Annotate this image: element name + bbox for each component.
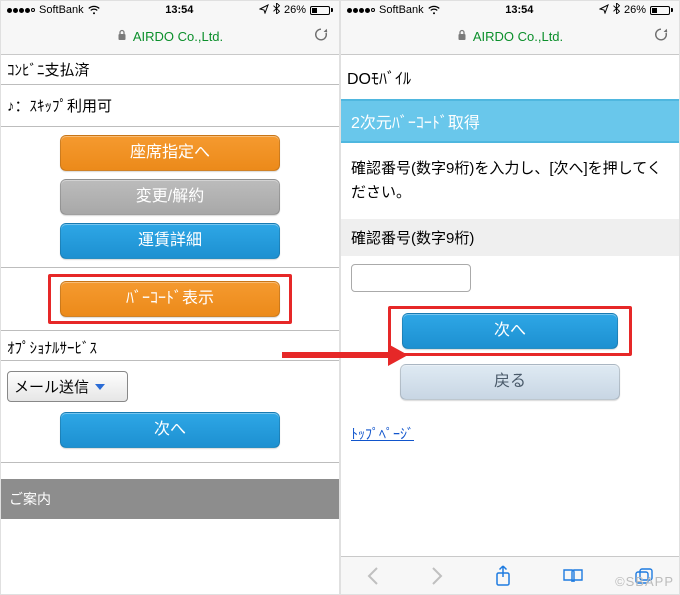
seat-select-button[interactable]: 座席指定へ <box>60 135 280 171</box>
navigation-icon <box>599 4 609 17</box>
carrier-label: SoftBank <box>39 4 84 16</box>
lock-icon <box>457 29 467 44</box>
top-page-link[interactable]: ﾄｯﾌﾟﾍﾟｰｼﾞ <box>351 424 669 444</box>
status-bar: SoftBank 13:54 26% <box>341 1 679 19</box>
bookmarks-icon[interactable] <box>562 567 584 585</box>
url-domain-label: AIRDO Co.,Ltd. <box>473 29 563 44</box>
phone-left: SoftBank 13:54 26% <box>0 0 340 595</box>
barcode-button-highlight: ﾊﾞｰｺｰﾄﾞ表示 <box>48 274 292 324</box>
optional-service-heading: ｵﾌﾟｼｮﾅﾙｻｰﾋﾞｽ <box>1 331 339 361</box>
barcode-display-button[interactable]: ﾊﾞｰｺｰﾄﾞ表示 <box>60 281 280 317</box>
confirmation-number-input[interactable] <box>351 264 471 292</box>
navigation-icon <box>259 4 269 17</box>
battery-icon <box>650 6 673 15</box>
page-title: DOﾓﾊﾞｲﾙ <box>341 55 679 99</box>
battery-pct-label: 26% <box>624 4 646 16</box>
signal-strength-icon <box>347 8 375 13</box>
wifi-icon <box>88 5 100 15</box>
barcode-section-heading: 2次元ﾊﾞｰｺｰﾄﾞ取得 <box>341 99 679 143</box>
bluetooth-icon <box>613 3 620 17</box>
payment-status-label: ｺﾝﾋﾞﾆ支払済 <box>1 55 339 84</box>
battery-pct-label: 26% <box>284 4 306 16</box>
page-content-left: ｺﾝﾋﾞﾆ支払済 ♪：ｽｷｯﾌﾟ利用可 座席指定へ 変更/解約 運賃詳細 ﾊﾞｰ… <box>1 55 339 594</box>
divider <box>1 267 339 268</box>
reload-icon[interactable] <box>313 26 329 47</box>
url-bar[interactable]: AIRDO Co.,Ltd. <box>341 19 679 55</box>
next-button[interactable]: 次へ <box>402 313 618 349</box>
battery-icon <box>310 6 333 15</box>
back-button[interactable]: 戻る <box>400 364 620 400</box>
change-cancel-button[interactable]: 変更/解約 <box>60 179 280 215</box>
page-content-right: DOﾓﾊﾞｲﾙ 2次元ﾊﾞｰｺｰﾄﾞ取得 確認番号(数字9桁)を入力し、[次へ]… <box>341 55 679 556</box>
divider <box>1 462 339 463</box>
divider <box>1 126 339 127</box>
fare-detail-button[interactable]: 運賃詳細 <box>60 223 280 259</box>
url-bar[interactable]: AIRDO Co.,Ltd. <box>1 19 339 55</box>
select-value-label: メール送信 <box>14 376 89 397</box>
clock-label: 13:54 <box>505 4 533 16</box>
skip-availability-label: ♪：ｽｷｯﾌﾟ利用可 <box>1 85 339 126</box>
clock-label: 13:54 <box>165 4 193 16</box>
signal-strength-icon <box>7 8 35 13</box>
back-icon[interactable] <box>366 566 380 586</box>
instruction-text: 確認番号(数字9桁)を入力し、[次へ]を押してください。 <box>341 143 679 219</box>
info-section-heading: ご案内 <box>1 479 339 519</box>
next-button-highlight: 次へ <box>388 306 632 356</box>
tabs-icon[interactable] <box>634 567 654 585</box>
forward-icon[interactable] <box>430 566 444 586</box>
status-bar: SoftBank 13:54 26% <box>1 1 339 19</box>
url-domain-label: AIRDO Co.,Ltd. <box>133 29 223 44</box>
chevron-down-icon <box>95 384 105 390</box>
confirmation-number-label: 確認番号(数字9桁) <box>341 219 679 256</box>
next-button[interactable]: 次へ <box>60 412 280 448</box>
share-icon[interactable] <box>494 565 512 587</box>
lock-icon <box>117 29 127 44</box>
optional-service-select[interactable]: メール送信 <box>7 371 128 402</box>
safari-toolbar <box>341 556 679 594</box>
reload-icon[interactable] <box>653 26 669 47</box>
bluetooth-icon <box>273 3 280 17</box>
wifi-icon <box>428 5 440 15</box>
phone-right: SoftBank 13:54 26% <box>340 0 680 595</box>
carrier-label: SoftBank <box>379 4 424 16</box>
